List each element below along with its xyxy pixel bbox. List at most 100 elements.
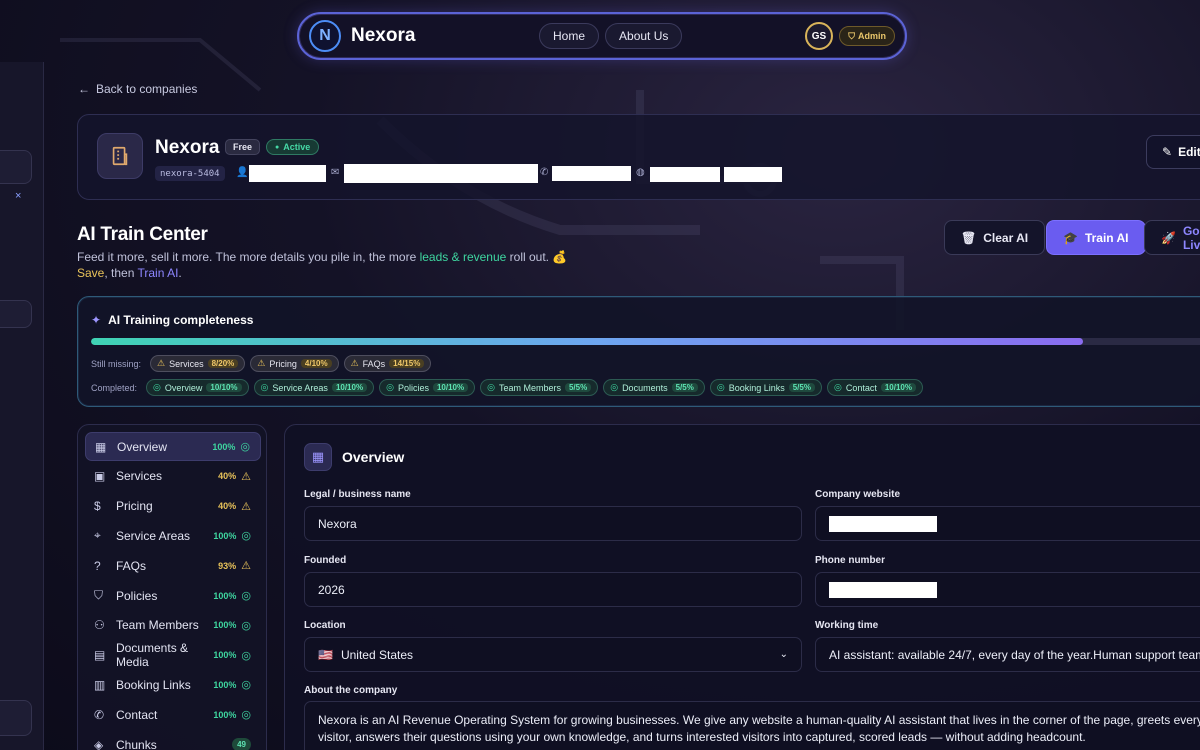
go-live-label: Go Live [1182,223,1200,252]
completeness-title-label: AI Training completeness [108,313,254,327]
chip-label: FAQs [362,358,386,369]
company-code: nexora-5404 [155,166,225,181]
chip-booking-links[interactable]: ◎ Booking Links 5/5% [709,379,822,396]
sidebar-item-percent: 100% [213,650,237,661]
redacted-owner [249,165,326,182]
sidebar-item-label: Booking Links [116,677,191,692]
legal-name-input[interactable]: Nexora [304,506,802,541]
calendar-icon: ▥ [94,677,106,692]
chip-label: Pricing [269,358,297,369]
sidebar-item-documents-media[interactable]: ▤ Documents & Media 100% ◎ [85,641,261,670]
train-center-title: AI Train Center [77,224,208,245]
nav-link-about[interactable]: About Us [605,23,683,49]
phone-icon: ✆ [540,167,549,178]
chip-count: 14/15% [389,359,425,368]
rail-close-icon[interactable]: × [15,190,21,202]
edit-company-button[interactable]: ✎ Edit [1146,135,1200,169]
check-circle-icon: ◎ [241,619,251,632]
warning-icon: ⚠ [241,470,251,483]
sidebar-item-chunks[interactable]: ◈ Chunks 49 [85,730,261,750]
nav-link-home[interactable]: Home [539,23,600,49]
sidebar-item-label: Services [116,469,163,484]
chip-label: Booking Links [728,382,785,393]
chip-policies[interactable]: ◎ Policies 10/10% [379,379,476,396]
back-link[interactable]: ← Back to companies [78,82,197,96]
chevron-down-icon: ⌄ [779,649,788,660]
chip-services[interactable]: ⚠ Services 8/20% [150,355,246,372]
website-input[interactable] [815,506,1200,541]
sidebar-item-percent: 40% [218,501,237,512]
founded-input[interactable]: 2026 [304,572,802,607]
check-circle-icon: ◎ [241,530,251,543]
chip-documents[interactable]: ◎ Documents 5/5% [603,379,705,396]
go-live-button[interactable]: 🚀 Go Live [1144,220,1200,255]
sidebar-item-team-members[interactable]: ⚇ Team Members 100% ◎ [85,611,261,640]
chip-count: 10/10% [880,383,916,392]
check-circle-icon: ◎ [241,709,251,722]
sidebar-item-service-areas[interactable]: ⌖ Service Areas 100% ◎ [85,521,261,550]
users-icon: ⚇ [94,618,105,633]
check-circle-icon: ◎ [241,649,251,662]
chip-count: 8/20% [207,359,239,368]
building-icon: ▦ [95,439,107,454]
sidebar-item-booking-links[interactable]: ▥ Booking Links 100% ◎ [85,670,261,699]
sidebar-item-contact[interactable]: ✆ Contact 100% ◎ [85,700,261,729]
sidebar-item-label: Contact [116,707,158,722]
chip-label: Documents [622,382,668,393]
clear-ai-button[interactable]: 🗑 Clear AI [944,220,1046,255]
chip-team-members[interactable]: ◎ Team Members 5/5% [480,379,599,396]
chip-label: Contact [845,382,877,393]
chip-count: 5/5% [671,383,698,392]
sidebar-item-pricing[interactable]: $ Pricing 40% ⚠ [85,492,261,521]
user-avatar[interactable]: GS [805,22,833,50]
about-textarea[interactable]: Nexora is an AI Revenue Operating System… [304,701,1200,750]
subtitle-text: , then [104,266,138,280]
sidebar-item-label: Chunks [116,737,157,750]
subtitle-save: Save [77,266,105,280]
logo-icon[interactable]: N [309,20,341,52]
check-circle-icon: ◎ [153,382,161,392]
chip-pricing[interactable]: ⚠ Pricing 4/10% [250,355,339,372]
check-circle-icon: ◎ [487,382,495,392]
sidebar-item-services[interactable]: ▣ Services 40% ⚠ [85,462,261,491]
rail-item[interactable] [0,700,32,736]
building-icon: ▦ [304,443,332,471]
sidebar-item-policies[interactable]: ⛉ Policies 100% ◎ [85,581,261,610]
sidebar-item-percent: 100% [213,709,237,720]
brand-name[interactable]: Nexora [351,25,415,47]
chip-count: 10/10% [432,383,469,392]
graduation-cap-icon: 🎓 [1063,230,1078,245]
train-ai-button[interactable]: 🎓 Train AI [1046,220,1146,255]
location-select[interactable]: 🇺🇸 United States ⌄ [304,637,802,672]
sidebar-item-label: Policies [116,588,158,603]
rocket-icon: 🚀 [1161,230,1176,245]
sidebar-item-percent: 100% [213,620,237,631]
phone-label: Phone number [815,555,886,566]
top-navigation: N Nexora Home About Us GS ⛉ Admin [297,12,907,60]
subtitle-highlight: leads & revenue [419,250,507,264]
location-value: 🇺🇸 United States [318,648,413,662]
train-ai-label: Train AI [1084,230,1129,245]
working-time-input[interactable]: AI assistant: available 24/7, every day … [815,637,1200,672]
chip-count: 4/10% [300,359,332,368]
chip-overview[interactable]: ◎ Overview 10/10% [146,379,249,396]
subtitle-text: . [178,266,182,280]
redacted-email [344,164,538,183]
chip-count: 10/10% [206,383,242,392]
logo-letter: N [319,27,331,44]
chip-faqs[interactable]: ⚠ FAQs 14/15% [343,355,432,372]
location-text: United States [340,647,413,662]
back-link-label: Back to companies [96,82,198,96]
phone-input[interactable] [815,572,1200,607]
rail-item[interactable] [0,300,32,328]
check-circle-icon: ◎ [241,679,251,692]
status-badge-label: Active [283,142,311,152]
rail-item[interactable] [0,150,32,184]
chip-service-areas[interactable]: ◎ Service Areas 10/10% [253,379,375,396]
completeness-progress-bar [91,338,1200,345]
sidebar-item-faqs[interactable]: ? FAQs 93% ⚠ [85,551,261,580]
flag-us-icon: 🇺🇸 [318,647,333,662]
chip-contact[interactable]: ◎ Contact 10/10% [826,379,923,396]
sidebar-item-overview[interactable]: ▦ Overview 100% ◎ [85,432,261,461]
sidebar-item-percent: 100% [213,530,237,541]
